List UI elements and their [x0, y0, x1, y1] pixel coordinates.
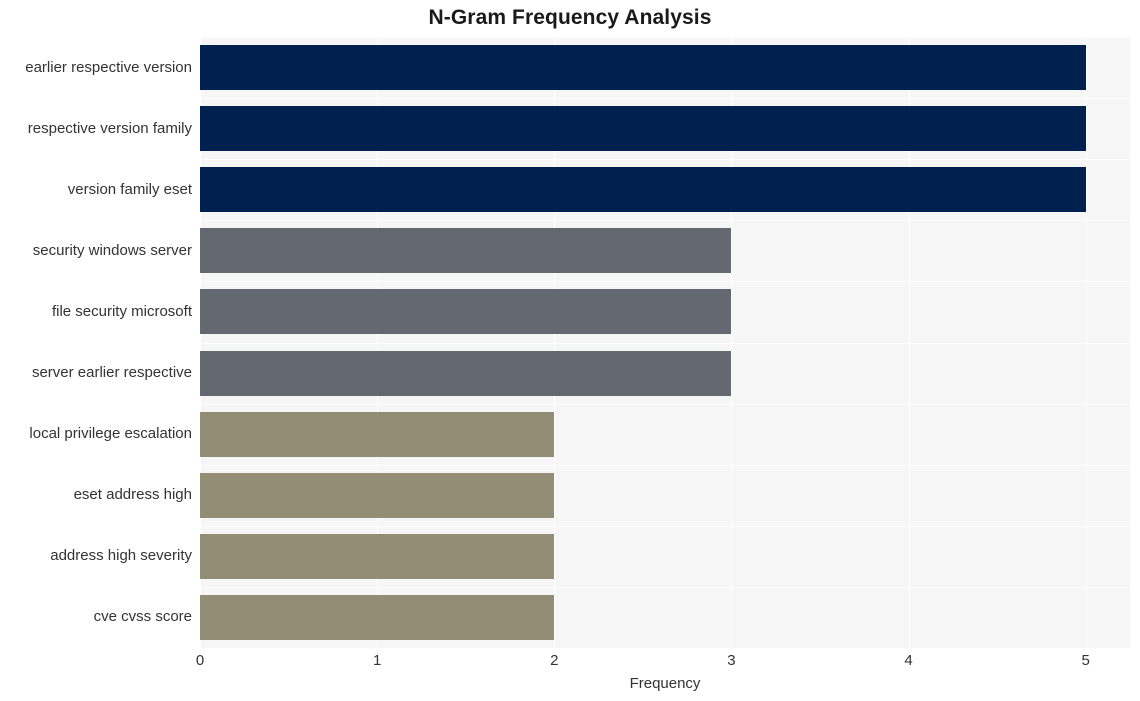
chart-title: N-Gram Frequency Analysis: [428, 6, 712, 29]
bar: [200, 534, 554, 579]
x-axis-tick-label: 0: [195, 652, 205, 669]
bar: [200, 45, 1086, 90]
bar: [200, 595, 554, 640]
plot-area: [200, 37, 1130, 648]
y-axis-tick-label: earlier respective version: [25, 59, 192, 76]
y-axis-tick-label: respective version family: [27, 120, 192, 137]
gridline-horizontal: [200, 404, 1130, 405]
bar: [200, 351, 731, 396]
gridline-horizontal: [200, 281, 1130, 282]
bar: [200, 106, 1086, 151]
y-axis-tick-label: address high severity: [50, 547, 192, 564]
bar: [200, 473, 554, 518]
gridline-horizontal: [200, 526, 1130, 527]
gridline-horizontal: [200, 98, 1130, 99]
x-axis-tick-label: 1: [372, 652, 382, 669]
y-axis-tick-label: version family eset: [67, 181, 192, 198]
gridline-horizontal: [200, 37, 1130, 38]
bar: [200, 167, 1086, 212]
x-axis-tick-labels: 0 1 2 3 4 5: [0, 652, 1140, 674]
gridline-horizontal: [200, 465, 1130, 466]
ngram-frequency-chart: N-Gram Frequency Analysis earlier respec…: [0, 0, 1140, 701]
x-axis-title: Frequency: [629, 675, 701, 692]
y-axis-tick-label: security windows server: [32, 242, 192, 259]
gridline-horizontal: [200, 159, 1130, 160]
gridline-horizontal: [200, 343, 1130, 344]
y-axis-tick-label: server earlier respective: [31, 364, 192, 381]
gridline-horizontal: [200, 220, 1130, 221]
y-axis-tick-labels: earlier respective version respective ver…: [0, 37, 192, 648]
y-axis-tick-label: cve cvss score: [93, 608, 192, 625]
gridline-horizontal: [200, 587, 1130, 588]
x-axis-tick-label: 4: [904, 652, 913, 669]
bar: [200, 412, 554, 457]
x-axis-tick-label: 3: [727, 652, 736, 669]
x-axis-tick-label: 2: [550, 652, 559, 669]
y-axis-tick-label: file security microsoft: [51, 303, 192, 320]
y-axis-tick-label: eset address high: [73, 486, 192, 503]
bar: [200, 228, 731, 273]
y-axis-tick-label: local privilege escalation: [29, 425, 192, 442]
bar: [200, 289, 731, 334]
x-axis-tick-label: 5: [1081, 652, 1090, 669]
